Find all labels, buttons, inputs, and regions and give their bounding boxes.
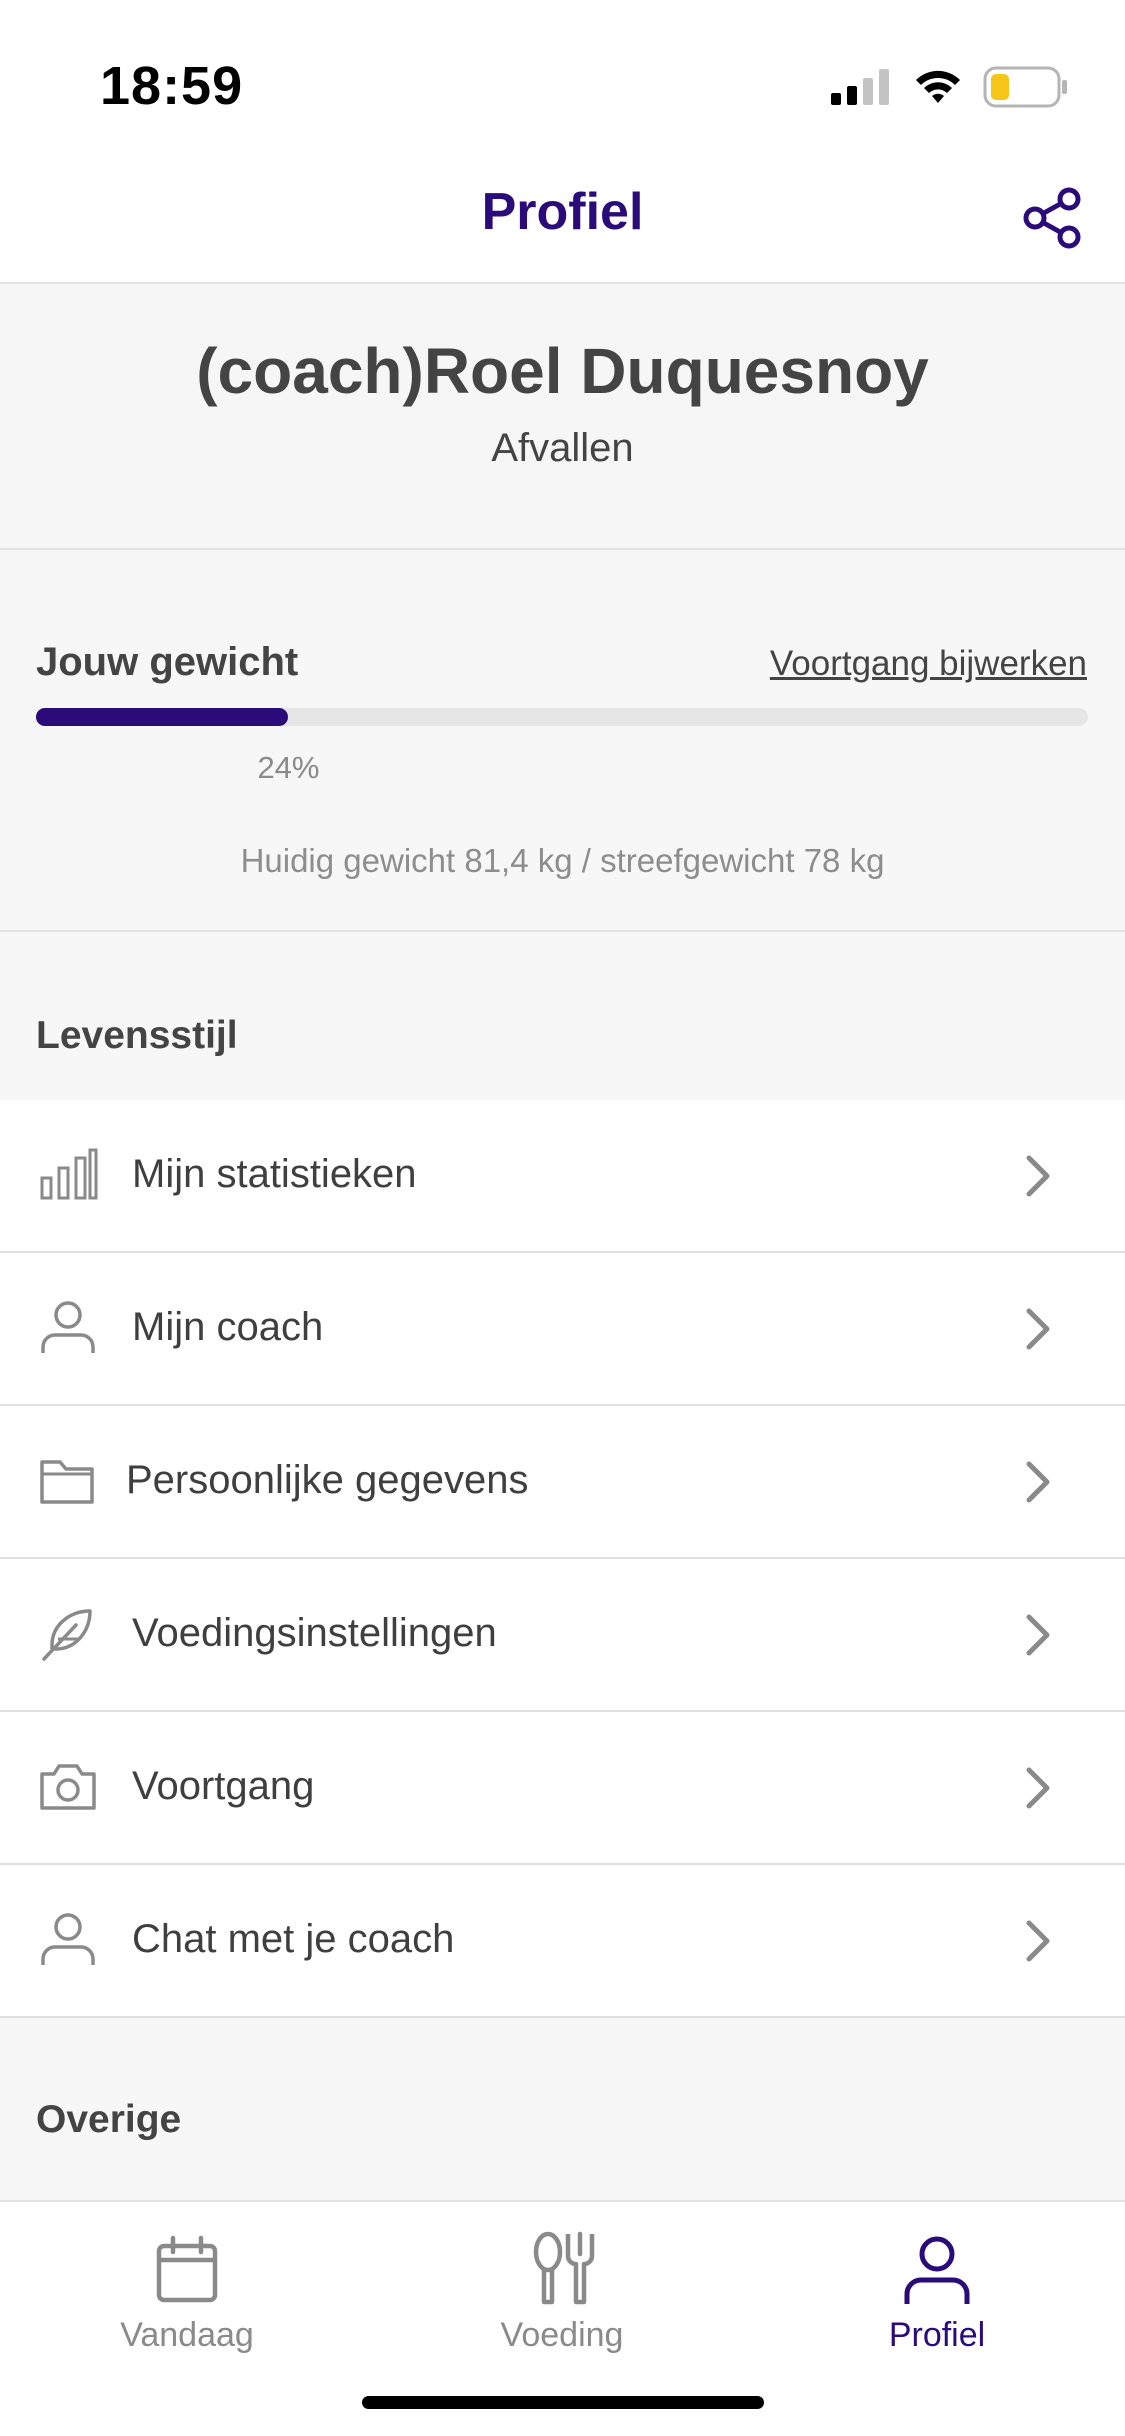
status-bar: 18:59: [0, 0, 1125, 150]
chevron-right-icon: [1026, 1767, 1050, 1809]
menu-label: Chat met je coach: [132, 1917, 455, 1961]
feather-icon: [42, 1609, 92, 1661]
chevron-right-icon: [1026, 1155, 1050, 1197]
nav-label: Voeding: [500, 2316, 624, 2354]
folder-icon: [40, 1460, 94, 1504]
weight-progress-bar: [36, 708, 1088, 726]
profile-goal: Afvallen: [491, 426, 634, 470]
section-title-lifestyle: Levensstijl: [36, 1014, 238, 1057]
nav-item-nutrition[interactable]: Voeding: [437, 2230, 687, 2355]
calendar-icon: [156, 2235, 218, 2303]
section-title-other: Overige: [36, 2098, 182, 2141]
profile-summary: (coach)Roel Duquesnoy Afvallen: [0, 284, 1125, 550]
wifi-icon: [916, 70, 960, 103]
lifestyle-menu: Mijn statistieken Mijn coach Persoonlijk…: [0, 1100, 1125, 2018]
nav-label: Profiel: [888, 2316, 986, 2354]
menu-item-nutrition-settings[interactable]: Voedingsinstellingen: [0, 1559, 1125, 1712]
profile-name: (coach)Roel Duquesnoy: [196, 335, 929, 407]
weight-progress-card: Jouw gewicht Voortgang bijwerken 24% Hui…: [0, 550, 1125, 932]
weight-title: Jouw gewicht: [36, 640, 299, 684]
weight-progress-fill: [36, 708, 289, 726]
app-header: Profiel: [0, 150, 1125, 284]
person-icon: [904, 2236, 970, 2304]
menu-label: Voedingsinstellingen: [132, 1611, 497, 1655]
menu-label: Mijn coach: [132, 1305, 324, 1349]
signal-icon: [831, 69, 889, 105]
home-indicator: [362, 2396, 764, 2409]
chevron-right-icon: [1026, 1308, 1050, 1350]
menu-item-chat-coach[interactable]: Chat met je coach: [0, 1865, 1125, 2018]
camera-icon: [40, 1764, 96, 1810]
status-icons: [831, 62, 1069, 112]
menu-label: Mijn statistieken: [132, 1152, 417, 1196]
nav-item-profile[interactable]: Profiel: [812, 2230, 1062, 2355]
status-time: 18:59: [100, 56, 244, 116]
person-icon: [41, 1301, 95, 1353]
update-progress-link[interactable]: Voortgang bijwerken: [770, 644, 1087, 684]
menu-label: Persoonlijke gegevens: [126, 1458, 529, 1502]
page-title: Profiel: [481, 183, 644, 241]
share-icon[interactable]: [1021, 186, 1085, 250]
menu-label: Voortgang: [132, 1764, 315, 1808]
battery-icon: [983, 66, 1067, 108]
other-section-header: Overige: [0, 2018, 1125, 2200]
nav-item-today[interactable]: Vandaag: [62, 2230, 312, 2355]
chevron-right-icon: [1026, 1920, 1050, 1962]
cutlery-icon: [533, 2231, 595, 2305]
menu-item-progress[interactable]: Voortgang: [0, 1712, 1125, 1865]
weight-info: Huidig gewicht 81,4 kg / streefgewicht 7…: [240, 842, 885, 879]
chevron-right-icon: [1026, 1614, 1050, 1656]
menu-item-statistics[interactable]: Mijn statistieken: [0, 1100, 1125, 1253]
chevron-right-icon: [1026, 1461, 1050, 1503]
menu-item-my-coach[interactable]: Mijn coach: [0, 1253, 1125, 1406]
bar-chart-icon: [40, 1148, 98, 1200]
person-icon: [41, 1913, 95, 1965]
progress-percent-label: 24%: [257, 750, 320, 785]
lifestyle-section-header: Levensstijl: [0, 932, 1125, 1100]
profile-screen: 18:59 Profiel (coach)Roel Duquesnoy Afva…: [0, 0, 1125, 2436]
nav-label: Vandaag: [120, 2316, 254, 2354]
menu-item-personal-details[interactable]: Persoonlijke gegevens: [0, 1406, 1125, 1559]
